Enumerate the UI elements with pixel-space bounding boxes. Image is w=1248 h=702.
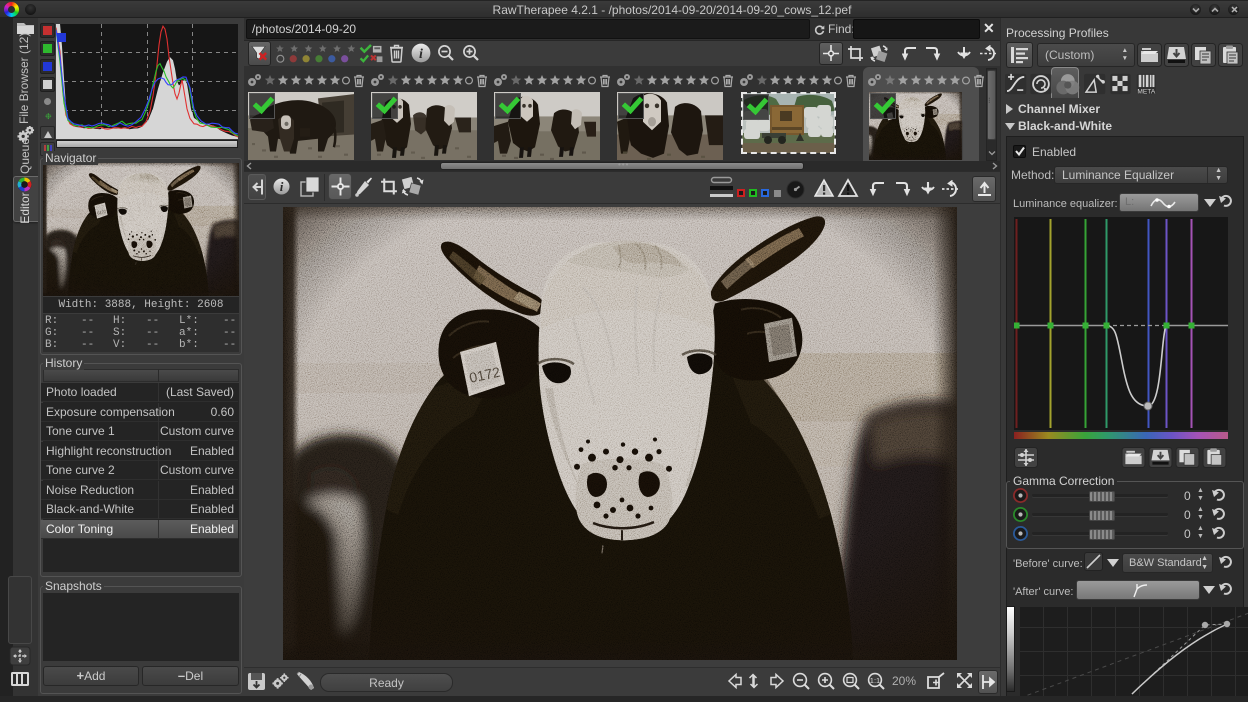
svg-text:i: i <box>280 179 284 194</box>
svg-text:i: i <box>419 47 423 62</box>
svg-text:META: META <box>1137 89 1155 96</box>
svg-text:1:1: 1:1 <box>870 676 880 685</box>
